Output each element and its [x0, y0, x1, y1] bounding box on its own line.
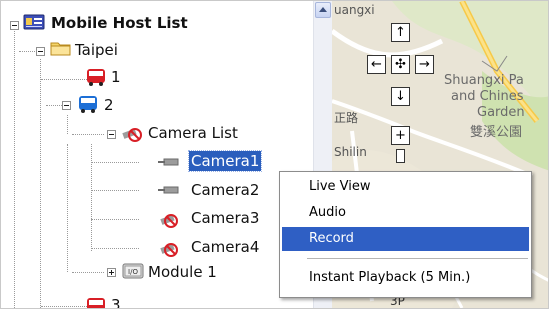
map-label: uangxi	[334, 3, 375, 17]
tree-node-label: Camera List	[148, 124, 238, 142]
collapse-root-toggle[interactable]	[10, 21, 19, 30]
tree-line	[67, 115, 68, 134]
tree-node-label: Camera2	[191, 181, 260, 199]
tree-line	[41, 79, 87, 80]
tree-line	[91, 219, 139, 220]
tree-node-label: Camera1	[187, 150, 263, 172]
map-label: and Chines	[451, 89, 524, 104]
zoom-slider-handle[interactable]	[396, 149, 405, 163]
tree-node-label: Camera3	[191, 209, 260, 227]
tree-node-camera-4[interactable]: Camera4	[189, 237, 261, 257]
tree-node-camera-2[interactable]: Camera2	[189, 180, 261, 200]
menu-separator	[307, 258, 528, 259]
camera-icon	[156, 181, 182, 203]
tree-line	[67, 144, 68, 272]
menu-item-audio[interactable]: Audio	[282, 201, 529, 225]
tree-node-camera-3[interactable]: Camera3	[189, 208, 261, 228]
pan-left-button[interactable]: ←	[367, 55, 386, 74]
menu-item-instant-playback[interactable]: Instant Playback (5 Min.)	[282, 266, 529, 290]
pan-up-button[interactable]: ↑	[391, 23, 410, 42]
tree-node-camera-list[interactable]: Camera List	[146, 123, 240, 143]
tree-node-label: Mobile Host List	[51, 14, 188, 32]
tree-node-camera-1[interactable]: Camera1	[187, 150, 263, 172]
window: Mobile Host List Taipei 1 2 Camera List …	[0, 0, 549, 309]
map-label: Shuangxi Pa	[444, 73, 524, 88]
tree-line	[91, 162, 139, 163]
mobile-host-tree: Mobile Host List Taipei 1 2 Camera List …	[1, 1, 313, 308]
collapse-camera-list-toggle[interactable]	[107, 130, 116, 139]
tree-node-label: 1	[111, 68, 121, 86]
tree-node-label: 2	[104, 96, 114, 114]
tree-node-taipei[interactable]: Taipei	[73, 40, 120, 60]
io-badge: I/O	[128, 268, 138, 276]
tree-line	[72, 272, 104, 273]
tree-line	[91, 144, 92, 251]
center-map-button[interactable]: ✣	[391, 55, 410, 74]
folder-icon	[50, 39, 72, 61]
blue-bus-icon	[77, 94, 99, 118]
host-list-icon	[23, 13, 45, 35]
tree-node-host-3[interactable]: 3	[109, 295, 123, 308]
tree-node-label: Module 1	[148, 263, 217, 281]
map-label: Garden	[477, 105, 525, 120]
tree-line	[91, 190, 139, 191]
camera-offline-icon	[159, 209, 181, 233]
menu-item-record[interactable]: Record	[282, 227, 529, 251]
tree-node-module-1[interactable]: Module 1	[146, 262, 219, 282]
tree-node-label: 3	[111, 296, 121, 308]
camera-icon	[156, 153, 182, 175]
pan-down-button[interactable]: ↓	[391, 87, 410, 106]
collapse-host-2-toggle[interactable]	[62, 101, 71, 110]
tree-line	[91, 248, 139, 249]
io-module-icon: I/O	[121, 261, 145, 285]
red-bus-icon	[85, 67, 107, 91]
map-label: 正路	[334, 111, 359, 125]
tree-line	[41, 306, 87, 307]
context-menu: Live View Audio Record Instant Playback …	[279, 171, 532, 298]
camera-offline-icon	[159, 238, 181, 262]
red-bus-icon	[85, 296, 107, 308]
pan-right-button[interactable]: →	[415, 55, 434, 74]
tree-node-host-2[interactable]: 2	[102, 95, 116, 115]
collapse-taipei-toggle[interactable]	[36, 47, 45, 56]
tree-line	[40, 59, 41, 308]
map-label: 雙溪公園	[470, 125, 523, 140]
map-label: Shilin	[334, 145, 367, 159]
tree-node-label: Taipei	[75, 41, 118, 59]
scroll-up-button[interactable]	[315, 2, 331, 18]
tree-line	[14, 31, 15, 308]
tree-line	[72, 134, 104, 135]
tree-node-label: Camera4	[191, 238, 260, 256]
tree-node-host-1[interactable]: 1	[109, 67, 123, 87]
camera-list-icon	[121, 123, 143, 147]
zoom-in-button[interactable]: +	[391, 126, 410, 145]
tree-node-mobile-host-list[interactable]: Mobile Host List	[49, 13, 190, 33]
expand-module-1-toggle[interactable]	[107, 268, 116, 277]
menu-item-live-view[interactable]: Live View	[282, 175, 529, 199]
